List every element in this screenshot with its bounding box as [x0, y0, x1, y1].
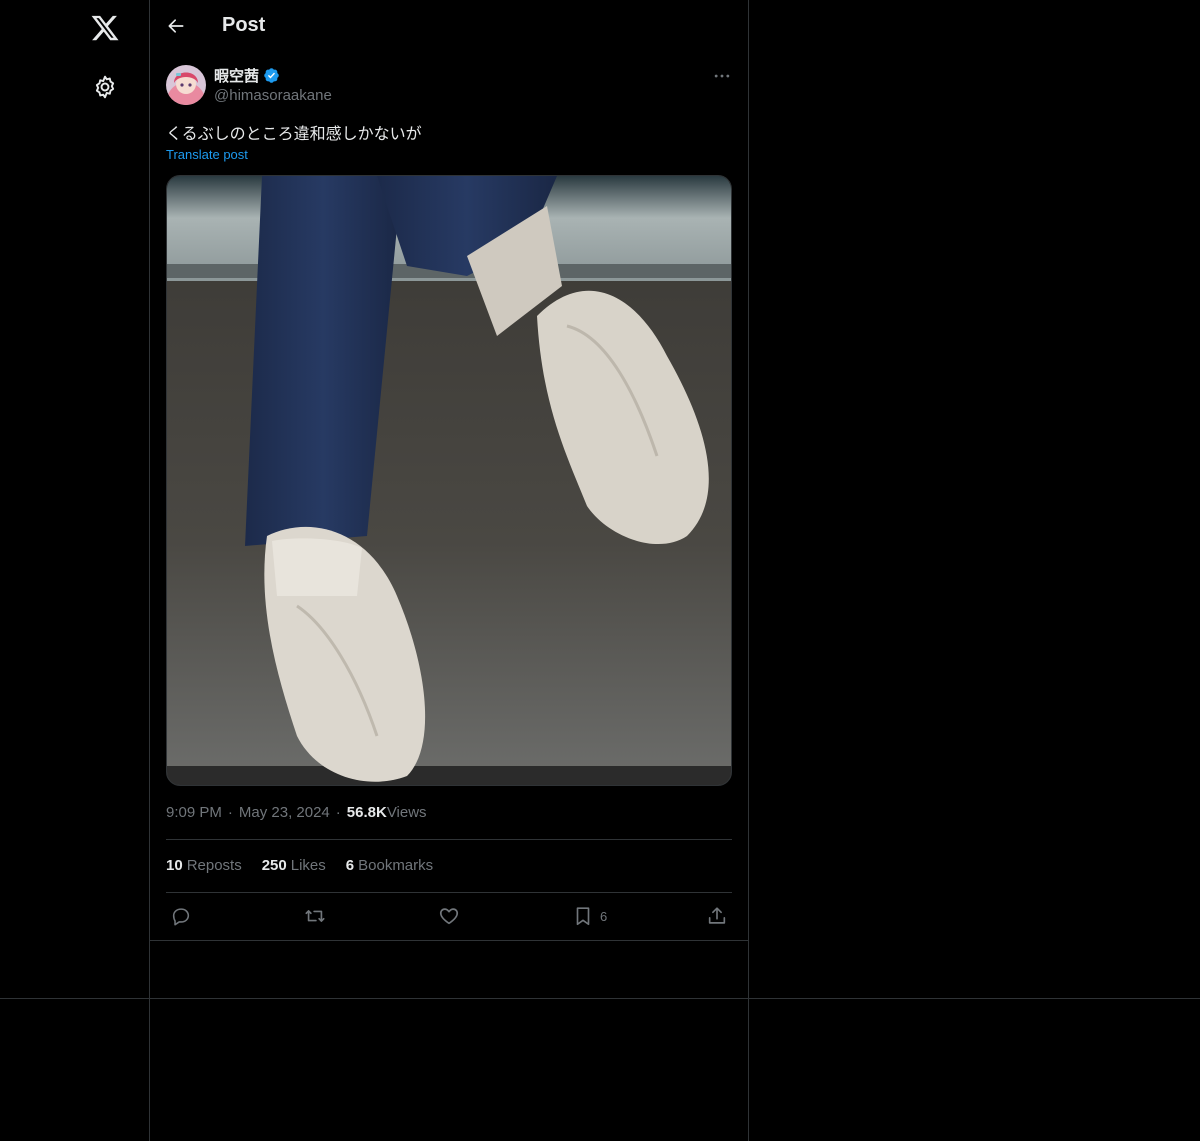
views-stat: 56.8KViews — [347, 804, 427, 821]
bookmark-count: 6 — [600, 908, 608, 924]
post-date[interactable]: May 23, 2024 — [239, 804, 330, 821]
likes-label: Likes — [290, 857, 326, 874]
page-title: Post — [222, 14, 266, 36]
meta-separator: · — [335, 804, 341, 821]
separator — [166, 839, 732, 840]
post-meta: 9:09 PM · May 23, 2024 · 56.8KViews — [166, 804, 427, 821]
heart-icon — [439, 908, 459, 925]
likes-count: 250 — [261, 857, 287, 874]
reply-button[interactable] — [170, 905, 192, 927]
views-count: 56.8K — [346, 804, 387, 821]
back-arrow-icon[interactable] — [166, 16, 186, 36]
x-logo-icon[interactable] — [90, 13, 120, 43]
separator — [166, 892, 732, 893]
views-label: Views — [386, 804, 427, 821]
page-header: Post — [150, 0, 748, 53]
more-icon[interactable] — [712, 66, 732, 86]
handle[interactable]: @himasoraakane — [214, 87, 332, 104]
repost-icon — [305, 910, 325, 922]
post-time[interactable]: 9:09 PM — [166, 804, 222, 821]
like-button[interactable] — [438, 905, 460, 927]
verified-badge-icon — [264, 67, 279, 83]
reposts-stat[interactable]: 10 Reposts — [166, 857, 242, 874]
author-block: 暇空茜 @himasoraakane — [214, 65, 332, 105]
meta-separator: · — [227, 804, 233, 821]
post-column: Post 暇空茜 @himasoraakane くるぶしのところ違和感しかないが… — [150, 0, 748, 941]
bookmark-icon — [576, 907, 590, 926]
reply-icon — [172, 908, 190, 926]
likes-stat[interactable]: 250 Likes — [262, 857, 326, 874]
avatar[interactable] — [166, 65, 206, 105]
post-text: くるぶしのところ違和感しかないが — [166, 126, 422, 143]
bookmark-button[interactable]: 6 — [572, 905, 607, 927]
share-button[interactable] — [706, 905, 728, 927]
bookmarks-count: 6 — [345, 857, 355, 874]
display-name[interactable]: 暇空茜 — [214, 65, 259, 86]
post-stats: 10 Reposts 250 Likes 6 Bookmarks — [166, 857, 433, 874]
repost-button[interactable] — [304, 905, 326, 927]
post-media[interactable] — [166, 175, 732, 786]
gear-icon[interactable] — [92, 74, 118, 100]
bookmarks-stat[interactable]: 6 Bookmarks — [346, 857, 433, 874]
share-icon — [708, 907, 726, 924]
post-actions: 6 — [166, 905, 732, 929]
page: Post 暇空茜 @himasoraakane くるぶしのところ違和感しかないが… — [0, 0, 1200, 1141]
reposts-count: 10 — [166, 857, 183, 874]
reposts-label: Reposts — [186, 857, 242, 874]
divider-bottom — [0, 998, 1200, 999]
divider-right — [748, 0, 749, 1141]
translate-post-link[interactable]: Translate post — [166, 147, 248, 162]
bookmarks-label: Bookmarks — [358, 857, 434, 874]
